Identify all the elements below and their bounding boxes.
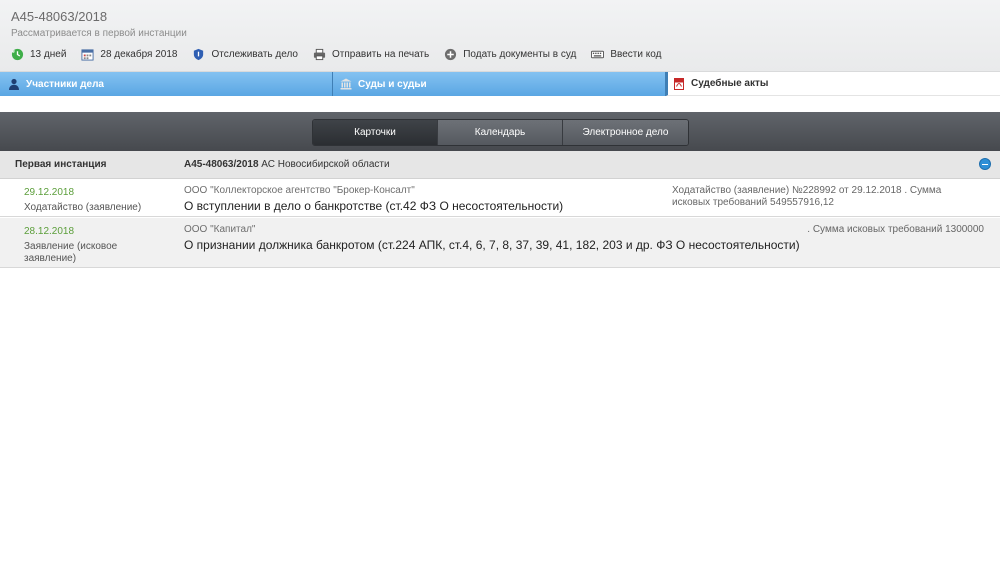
- document-date: 28.12.2018: [24, 226, 75, 237]
- document-type: Заявление (исковое заявление): [24, 241, 118, 264]
- shield-icon: [194, 48, 204, 60]
- track-case-label: Отслеживать дело: [211, 48, 298, 60]
- tab-courts-judges-label: Суды и судьи: [358, 78, 427, 90]
- enter-code-button[interactable]: Ввести код: [591, 48, 661, 61]
- hearing-date[interactable]: 28 декабря 2018: [81, 48, 177, 61]
- plus-circle-icon: [445, 48, 457, 60]
- view-switch-bar: Карточки Календарь Электронное дело: [0, 112, 1000, 151]
- tab-participants-label: Участники дела: [26, 78, 104, 90]
- court-icon: [340, 78, 352, 90]
- instance-court: АС Новосибирской области: [261, 159, 390, 170]
- view-electronic-case-button[interactable]: Электронное дело: [563, 120, 688, 145]
- tab-court-acts[interactable]: Судебные акты: [666, 72, 1000, 96]
- case-number: А45-48063/2018: [11, 9, 108, 24]
- instance-header[interactable]: Первая инстанция А45-48063/2018 АС Новос…: [0, 151, 1000, 179]
- document-note: Ходатайство (заявление) №228992 от 29.12…: [672, 185, 942, 208]
- days-counter[interactable]: 13 дней: [11, 48, 66, 61]
- view-calendar-button[interactable]: Календарь: [438, 120, 563, 145]
- track-case-button[interactable]: Отслеживать дело: [192, 48, 298, 61]
- pdf-icon: [674, 77, 684, 90]
- collapse-icon[interactable]: [979, 158, 991, 170]
- instance-case-info: А45-48063/2018 АС Новосибирской области: [184, 159, 390, 170]
- tab-court-acts-label: Судебные акты: [691, 78, 769, 89]
- print-label: Отправить на печать: [331, 48, 430, 60]
- days-counter-label: 13 дней: [30, 48, 67, 60]
- person-icon: [9, 78, 19, 90]
- document-party: ООО "Коллекторское агентство "Брокер-Кон…: [184, 185, 415, 196]
- submit-documents-label: Подать документы в суд: [463, 48, 577, 60]
- calendar-icon: [81, 48, 94, 61]
- case-toolbar: 13 дней 28 декабря 2018 Отслеживать дело…: [11, 46, 676, 62]
- case-tabs: Участники дела Суды и судьи Судебные акт…: [0, 72, 1000, 96]
- instance-case-number: А45-48063/2018: [184, 159, 259, 170]
- hearing-date-label: 28 декабря 2018: [100, 48, 178, 60]
- document-party: ООО "Капитал": [184, 224, 256, 235]
- table-row[interactable]: 28.12.2018 Заявление (исковое заявление)…: [0, 218, 1000, 268]
- document-note: . Сумма исковых требований 1300000: [807, 224, 984, 235]
- submit-documents-button[interactable]: Подать документы в суд: [444, 48, 576, 61]
- clock-back-icon: [11, 48, 24, 60]
- enter-code-label: Ввести код: [610, 48, 662, 60]
- document-date: 29.12.2018: [24, 187, 75, 198]
- view-switch: Карточки Календарь Электронное дело: [312, 119, 689, 146]
- print-button[interactable]: Отправить на печать: [313, 48, 429, 61]
- view-cards-button[interactable]: Карточки: [313, 120, 438, 145]
- keyboard-icon: [591, 50, 605, 58]
- tab-courts-judges[interactable]: Суды и судьи: [333, 72, 666, 96]
- case-header: А45-48063/2018 Рассматривается в первой …: [0, 0, 1000, 72]
- instance-title: Первая инстанция: [15, 159, 107, 170]
- document-title-link[interactable]: О признании должника банкротом (ст.224 А…: [184, 238, 800, 252]
- case-status: Рассматривается в первой инстанции: [11, 28, 187, 39]
- table-row[interactable]: 29.12.2018 Ходатайство (заявление) ООО "…: [0, 179, 1000, 217]
- tab-participants[interactable]: Участники дела: [0, 72, 333, 96]
- printer-icon: [313, 48, 326, 60]
- document-type: Ходатайство (заявление): [24, 202, 142, 213]
- document-title-link[interactable]: О вступлении в дело о банкротстве (ст.42…: [184, 199, 563, 213]
